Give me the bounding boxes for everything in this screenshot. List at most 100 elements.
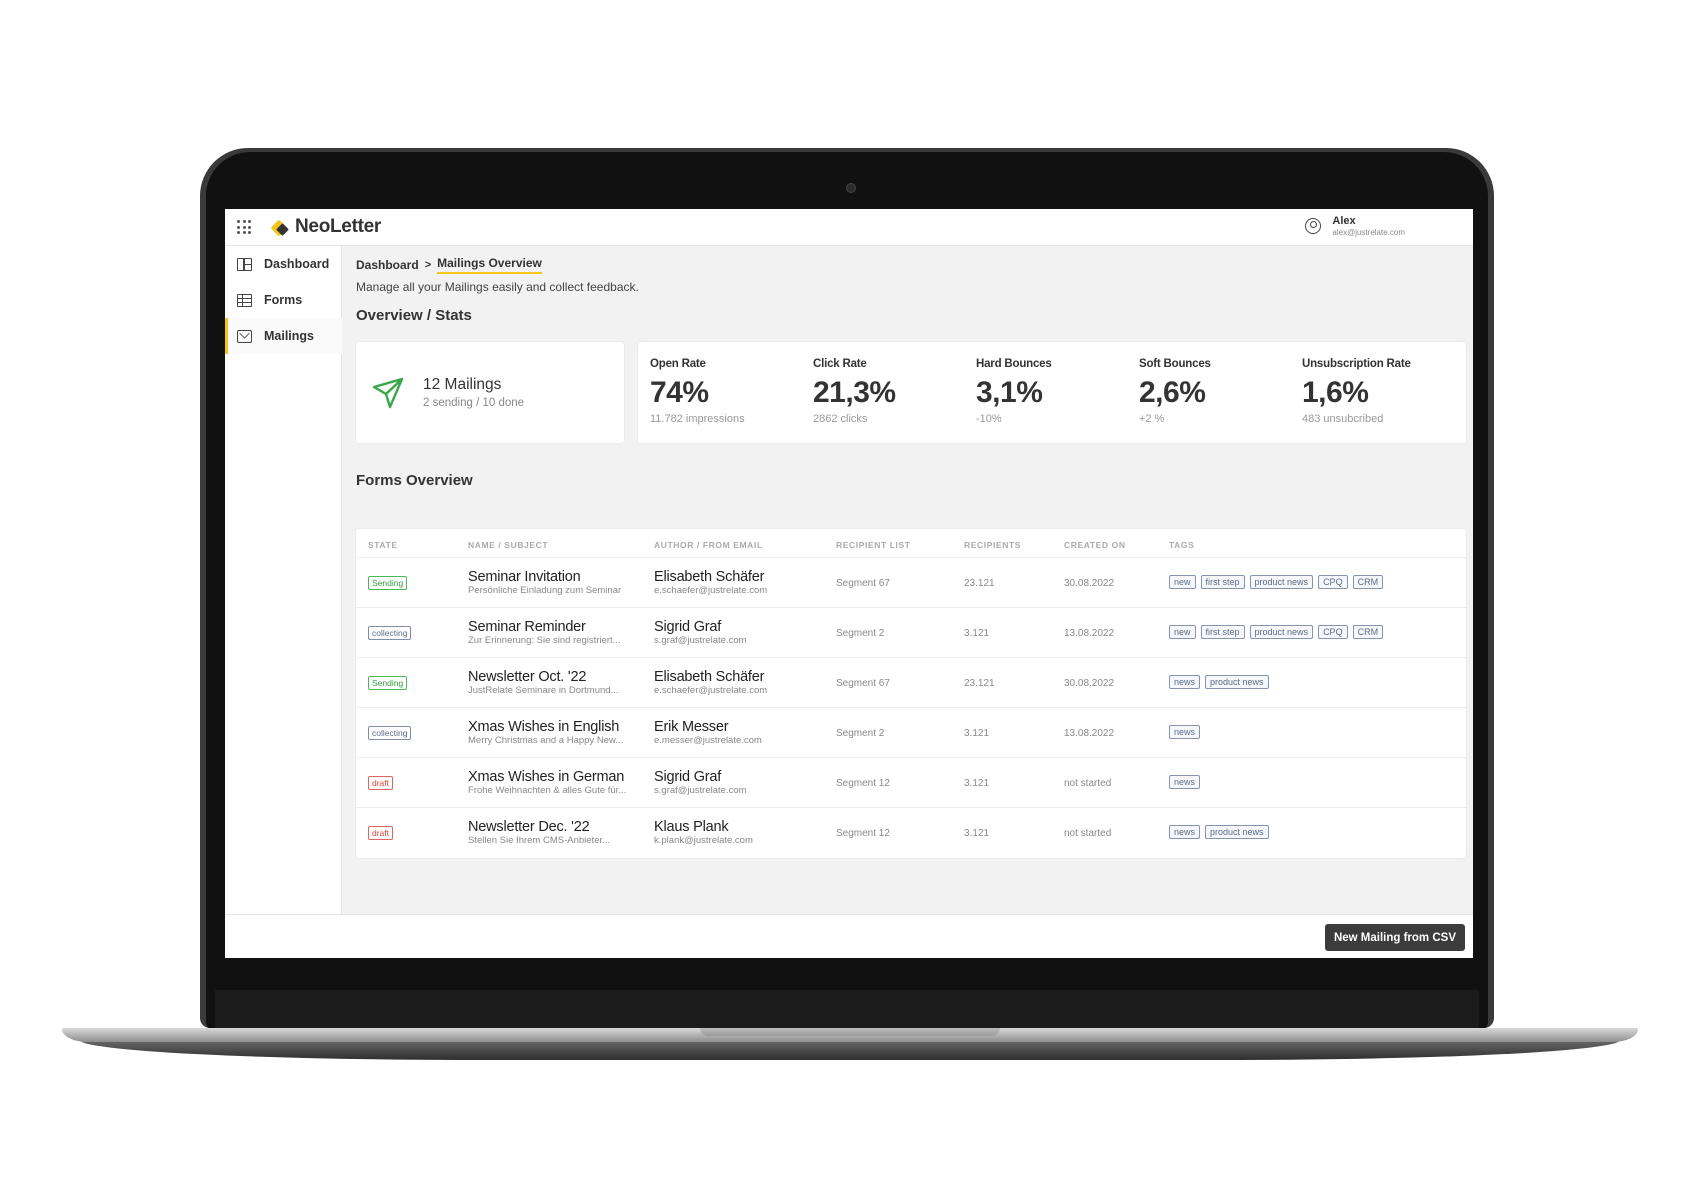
mailing-name: Xmas Wishes in German [468,769,625,785]
stat-value: 3,1% [976,376,1043,409]
name-cell[interactable]: Newsletter Dec. '22 Stellen Sie Ihrem CMS… [468,819,646,846]
table-row[interactable]: collecting Xmas Wishes in English Merry Ch… [356,707,1466,758]
tag-badge[interactable]: CRM [1352,575,1384,589]
stats-card: Open Rate 74% 11.782 impressions Click R… [638,342,1466,443]
recipients-count: 3.121 [964,628,990,639]
laptop-chin [215,990,1479,1028]
camera [846,183,856,193]
tag-badge[interactable]: CRM [1352,625,1384,639]
sidebar-item-dashboard[interactable]: Dashboard [225,246,342,282]
tag-badge[interactable]: CPQ [1318,575,1348,589]
stat-sub: 11.782 impressions [650,413,745,425]
tag-badge[interactable]: first step [1200,625,1245,639]
user-email: alex@justrelate.com [1332,228,1405,237]
tag-badge[interactable]: news [1169,825,1201,839]
column-header[interactable]: AUTHOR / FROM EMAIL [654,540,763,550]
table-row[interactable]: Sending Newsletter Oct. '22 JustRelate Sem… [356,657,1466,708]
logo[interactable]: NeoLetter [270,216,381,238]
tag-badge[interactable]: news [1169,675,1201,689]
user-icon [1305,218,1322,234]
mail-icon [237,329,252,343]
top-bar: NeoLetter Alex alex@justrelate.com [225,209,1473,246]
tag-badge[interactable]: news [1169,725,1201,739]
tag-badge[interactable]: product news [1249,625,1314,639]
author-name: Sigrid Graf [654,769,722,785]
recipient-list: Segment 67 [836,578,890,589]
status-badge: collecting [368,626,412,640]
mailing-name: Xmas Wishes in English [468,719,620,735]
column-header[interactable]: NAME / SUBJECT [468,540,548,550]
tag-badge[interactable]: CPQ [1318,625,1348,639]
column-header[interactable]: TAGS [1169,540,1194,550]
column-header[interactable]: STATE [368,540,398,550]
stat-sub: -10% [976,413,1002,425]
stat-label: Unsubscription Rate [1302,358,1411,370]
forms-overview-title: Forms Overview [356,472,473,489]
tags-list: news [1169,775,1201,789]
status-badge: draft [368,776,394,790]
tag-badge[interactable]: new [1169,575,1196,589]
table-row[interactable]: draft Newsletter Dec. '22 Stellen Sie Ihre… [356,807,1466,858]
status-badge: Sending [368,576,408,590]
recipients-count: 3.121 [964,778,990,789]
breadcrumb-root[interactable]: Dashboard [356,258,419,272]
column-header[interactable]: CREATED ON [1064,540,1126,550]
mailings-table: STATE NAME / SUBJECT AUTHOR / FROM EMAIL… [356,529,1466,858]
tag-badge[interactable]: product news [1205,675,1269,689]
laptop-base-shadow [80,1040,1620,1060]
user-menu[interactable]: Alex alex@justrelate.com [1305,215,1405,237]
author-email: e.messer@justrelate.com [654,735,762,746]
status-badge: collecting [368,726,412,740]
stat-soft-bounces: Soft Bounces 2,6% +2 % [1139,358,1299,425]
send-icon [372,377,404,409]
tag-badge[interactable]: new [1169,625,1196,639]
recipient-list: Segment 67 [836,678,890,689]
tag-badge[interactable]: first step [1200,575,1245,589]
author-email: s.graf@justrelate.com [654,785,747,796]
breadcrumb: Dashboard > Mailings Overview [356,256,542,274]
tag-badge[interactable]: news [1169,775,1201,789]
column-header[interactable]: RECIPIENT LIST [836,540,911,550]
author-name: Elisabeth Schäfer [654,669,765,685]
sidebar-item-forms[interactable]: Forms [225,282,342,318]
name-cell[interactable]: Seminar Invitation Persönliche Einladung … [468,569,646,596]
tag-badge[interactable]: product news [1249,575,1314,589]
author-name: Sigrid Graf [654,619,722,635]
stat-unsubscription-rate: Unsubscription Rate 1,6% 483 unsubcribed [1302,358,1462,425]
name-cell[interactable]: Xmas Wishes in English Merry Christmas an… [468,719,646,746]
sidebar-item-label: Mailings [264,329,315,343]
tag-badge[interactable]: product news [1205,825,1269,839]
laptop-notch [700,1028,1000,1036]
recipients-count: 3.121 [964,828,990,839]
recipient-list: Segment 2 [836,728,885,739]
footer-bar: New Mailing from CSV [225,914,1473,958]
name-cell[interactable]: Xmas Wishes in German Frohe Weihnachten &… [468,769,646,796]
tags-list: new first step product news CPQ CRM [1169,625,1384,639]
stat-label: Open Rate [650,358,706,370]
author-cell: Elisabeth Schäfer e.schaefer@justrelate.c… [654,669,824,696]
sidebar-item-label: Forms [264,293,303,307]
dashboard-icon [237,257,252,271]
name-cell[interactable]: Seminar Reminder Zur Erinnerung: Sie sind… [468,619,646,646]
sidebar: Dashboard Forms Mailings [225,246,342,914]
table-row[interactable]: collecting Seminar Reminder Zur Erinnerung… [356,607,1466,658]
breadcrumb-chevron-icon: > [424,259,432,271]
status-badge: Sending [368,676,408,690]
recipient-list: Segment 12 [836,828,890,839]
table-row[interactable]: draft Xmas Wishes in German Frohe Weihnach… [356,757,1466,808]
stat-sub: 483 unsubcribed [1302,413,1384,425]
stat-label: Hard Bounces [976,358,1052,370]
name-cell[interactable]: Newsletter Oct. '22 JustRelate Seminare i… [468,669,646,696]
recipient-list: Segment 12 [836,778,890,789]
sidebar-item-mailings[interactable]: Mailings [225,318,342,354]
apps-grid-icon[interactable] [237,220,251,234]
user-name: Alex [1332,215,1356,227]
column-header[interactable]: RECIPIENTS [964,540,1021,550]
new-mailing-from-csv-button[interactable]: New Mailing from CSV [1324,924,1465,951]
author-cell: Sigrid Graf s.graf@justrelate.com [654,769,824,796]
recipients-count: 23.121 [964,678,995,689]
mailing-name: Newsletter Oct. '22 [468,669,587,685]
logo-text: NeoLetter [295,216,381,237]
author-email: e.schaefer@justrelate.com [654,585,768,596]
table-row[interactable]: Sending Seminar Invitation Persönliche Ein… [356,557,1466,608]
